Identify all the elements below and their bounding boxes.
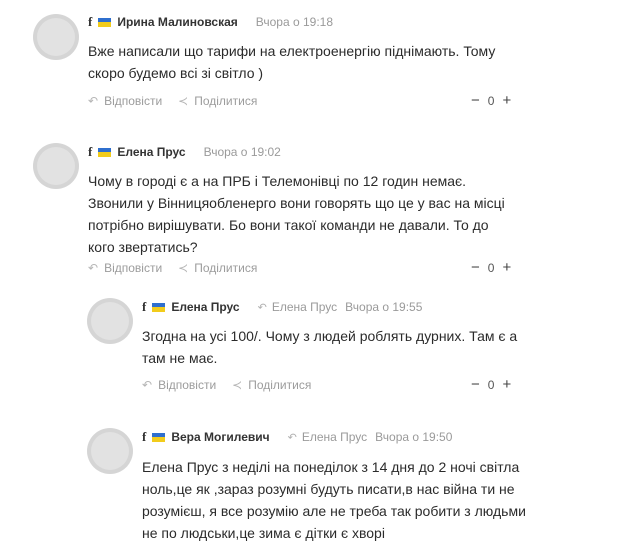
ukraine-flag-icon (152, 432, 166, 442)
reply-button[interactable]: ↶ Відповісти (88, 261, 162, 275)
comment-header: f Елена Прус ↶ Елена Прус Вчора о 19:55 (142, 299, 422, 315)
facebook-icon: f (142, 429, 147, 444)
avatar[interactable] (87, 298, 133, 344)
reply-arrow-icon: ↶ (88, 261, 99, 275)
comment-time[interactable]: Вчора о 19:18 (256, 15, 333, 29)
reply-label: Відповісти (104, 94, 163, 108)
comment-header: f Вера Могилевич ↶ Елена Прус Вчора о 19… (142, 429, 452, 445)
plus-icon[interactable]: + (502, 376, 511, 393)
share-label: Поділитися (194, 94, 258, 108)
share-icon: ≺ (232, 378, 243, 392)
author-name[interactable]: Вера Могилевич (171, 430, 269, 444)
plus-icon[interactable]: + (502, 259, 511, 276)
ukraine-flag-icon (98, 17, 112, 27)
reply-to-name[interactable]: Елена Прус (302, 430, 367, 444)
facebook-icon: f (142, 299, 147, 314)
author-name[interactable]: Ирина Малиновская (117, 15, 237, 29)
share-icon: ≺ (178, 261, 189, 275)
facebook-icon: f (88, 144, 93, 159)
facebook-icon: f (88, 14, 93, 29)
vote-count: 0 (487, 93, 495, 108)
minus-icon[interactable]: − (471, 376, 480, 393)
vote-control: − 0 + (467, 259, 515, 276)
reply-to-name[interactable]: Елена Прус (272, 300, 337, 314)
comment-text: Згодна на усі 100/. Чому з людей роблять… (142, 328, 518, 366)
ukraine-flag-icon (152, 302, 166, 312)
minus-icon[interactable]: − (471, 92, 480, 109)
reply-button[interactable]: ↶ Відповісти (142, 378, 216, 392)
comment-time[interactable]: Вчора о 19:50 (375, 430, 452, 444)
comment-header: f Ирина Малиновская Вчора о 19:18 (88, 14, 333, 30)
share-icon: ≺ (178, 94, 189, 108)
comment-actions: ↶ Відповісти ≺ Поділитися (88, 94, 273, 108)
share-button[interactable]: ≺ Поділитися (232, 378, 311, 392)
avatar[interactable] (87, 428, 133, 474)
reply-arrow-icon: ↶ (88, 94, 99, 108)
share-label: Поділитися (248, 378, 312, 392)
share-button[interactable]: ≺ Поділитися (178, 94, 257, 108)
reply-label: Відповісти (158, 378, 217, 392)
reply-button[interactable]: ↶ Відповісти (88, 94, 162, 108)
comment-time[interactable]: Вчора о 19:02 (204, 145, 281, 159)
vote-control: − 0 + (467, 92, 515, 109)
comment-actions: ↶ Відповісти ≺ Поділитися (142, 378, 327, 392)
reply-to-icon: ↶ (287, 431, 297, 444)
reply-label: Відповісти (104, 261, 163, 275)
comment-text: Вже написали що тарифи на електроенергію… (88, 43, 496, 81)
comment-time[interactable]: Вчора о 19:55 (345, 300, 422, 314)
reply-arrow-icon: ↶ (142, 378, 153, 392)
comment-header: f Елена Прус Вчора о 19:02 (88, 144, 281, 160)
share-label: Поділитися (194, 261, 258, 275)
comment-text: Елена Прус з неділі на понеділок з 14 дн… (142, 459, 526, 541)
vote-count: 0 (487, 377, 495, 392)
ukraine-flag-icon (98, 147, 112, 157)
share-button[interactable]: ≺ Поділитися (178, 261, 257, 275)
minus-icon[interactable]: − (471, 259, 480, 276)
comment-actions: ↶ Відповісти ≺ Поділитися (88, 261, 273, 275)
reply-to-icon: ↶ (257, 301, 267, 314)
plus-icon[interactable]: + (502, 92, 511, 109)
comment-text: Чому в городі є а на ПРБ і Телемонівці п… (88, 173, 505, 255)
avatar[interactable] (33, 143, 79, 189)
vote-control: − 0 + (467, 376, 515, 393)
author-name[interactable]: Елена Прус (171, 300, 239, 314)
vote-count: 0 (487, 260, 495, 275)
avatar[interactable] (33, 14, 79, 60)
author-name[interactable]: Елена Прус (117, 145, 185, 159)
